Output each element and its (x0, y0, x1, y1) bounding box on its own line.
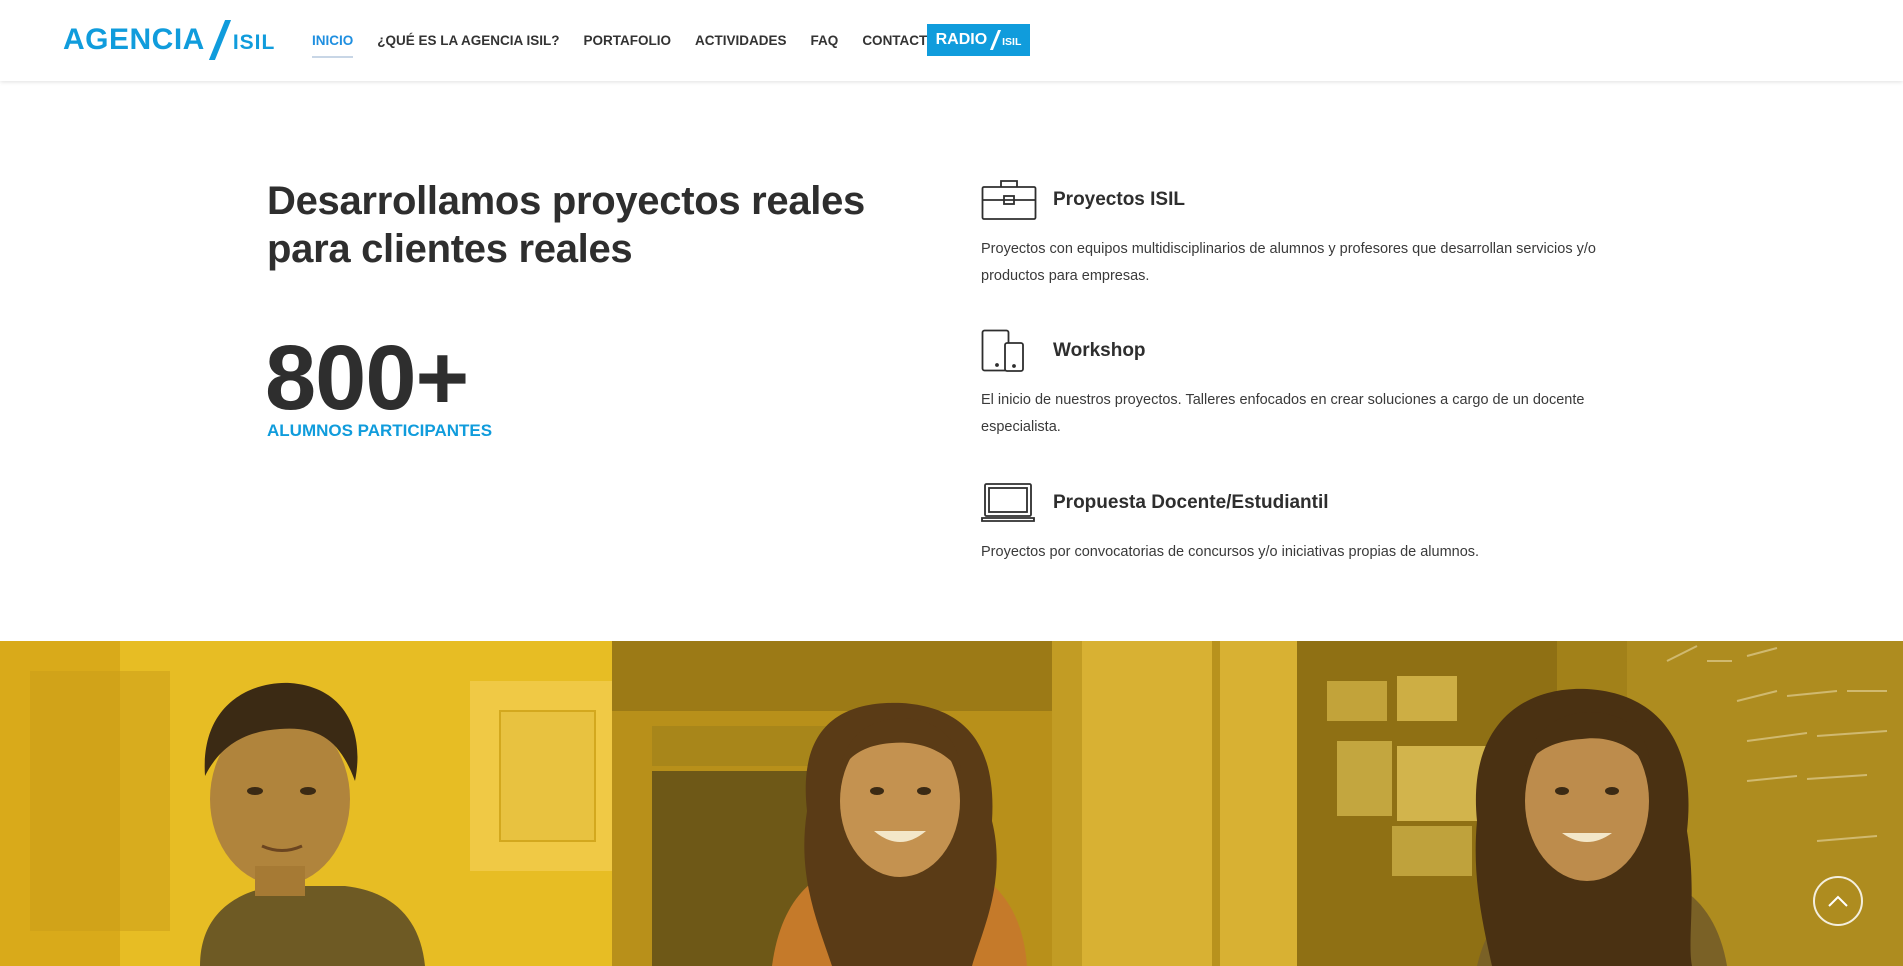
hero-headline: Desarrollamos proyectos reales para clie… (267, 177, 887, 273)
feature-head: Propuesta Docente/Estudiantil (981, 481, 1621, 525)
feature-title: Workshop (1053, 340, 1146, 361)
hero-headline-line2: para clientes reales (267, 227, 633, 271)
chevron-up-icon (1828, 895, 1848, 907)
feature-proyectos-isil: Proyectos ISIL Proyectos con equipos mul… (981, 178, 1621, 290)
radio-label-sub: ISIL (1002, 35, 1022, 48)
student-photo-3 (1297, 641, 1903, 966)
feature-head: Workshop (981, 329, 1621, 373)
feature-head: Proyectos ISIL (981, 178, 1621, 222)
nav-item-inicio[interactable]: INICIO (312, 33, 354, 58)
nav-item-actividades[interactable]: ACTIVIDADES (695, 33, 787, 48)
stat-label: ALUMNOS PARTICIPANTES (267, 421, 493, 440)
feature-title: Proyectos ISIL (1053, 189, 1185, 210)
feature-description: Proyectos por convocatorias de concursos… (981, 544, 1480, 560)
feature-propuesta: Propuesta Docente/Estudiantil Proyectos … (981, 481, 1621, 566)
main-nav: INICIO ¿QUÉ ES LA AGENCIA ISIL? PORTAFOL… (312, 0, 962, 81)
laptop-icon (981, 481, 1037, 525)
feature-description: El inicio de nuestros proyectos. Tallere… (981, 392, 1585, 435)
scroll-to-top-button[interactable] (1813, 876, 1863, 926)
feature-description: Proyectos con equipos multidisciplinario… (981, 241, 1596, 284)
radio-isil-button[interactable]: RADIO ISIL (927, 24, 1030, 56)
students-photo-band (0, 641, 1903, 966)
briefcase-icon (981, 178, 1037, 222)
feature-title: Propuesta Docente/Estudiantil (1053, 492, 1329, 513)
student-photo-1 (0, 641, 612, 966)
hero-headline-line1: Desarrollamos proyectos reales (267, 179, 865, 223)
nav-item-faq[interactable]: FAQ (811, 33, 839, 48)
logo-text-main: AGENCIA (63, 23, 205, 56)
agencia-isil-logo[interactable]: AGENCIA ISIL (63, 20, 275, 60)
logo-text-sub: ISIL (232, 31, 276, 54)
radio-label-main: RADIO (935, 31, 988, 48)
logo-slash (208, 20, 231, 60)
feature-workshop: Workshop El inicio de nuestros proyectos… (981, 329, 1621, 441)
nav-item-portafolio[interactable]: PORTAFOLIO (584, 33, 672, 48)
site-header: AGENCIA ISIL INICIO ¿QUÉ ES LA AGENCIA I… (0, 0, 1903, 81)
student-photo-2 (612, 641, 1297, 966)
devices-icon (981, 329, 1037, 373)
radio-slash (990, 30, 1002, 50)
nav-item-que-es[interactable]: ¿QUÉ ES LA AGENCIA ISIL? (377, 33, 559, 48)
stat-value: 800+ (265, 327, 469, 429)
